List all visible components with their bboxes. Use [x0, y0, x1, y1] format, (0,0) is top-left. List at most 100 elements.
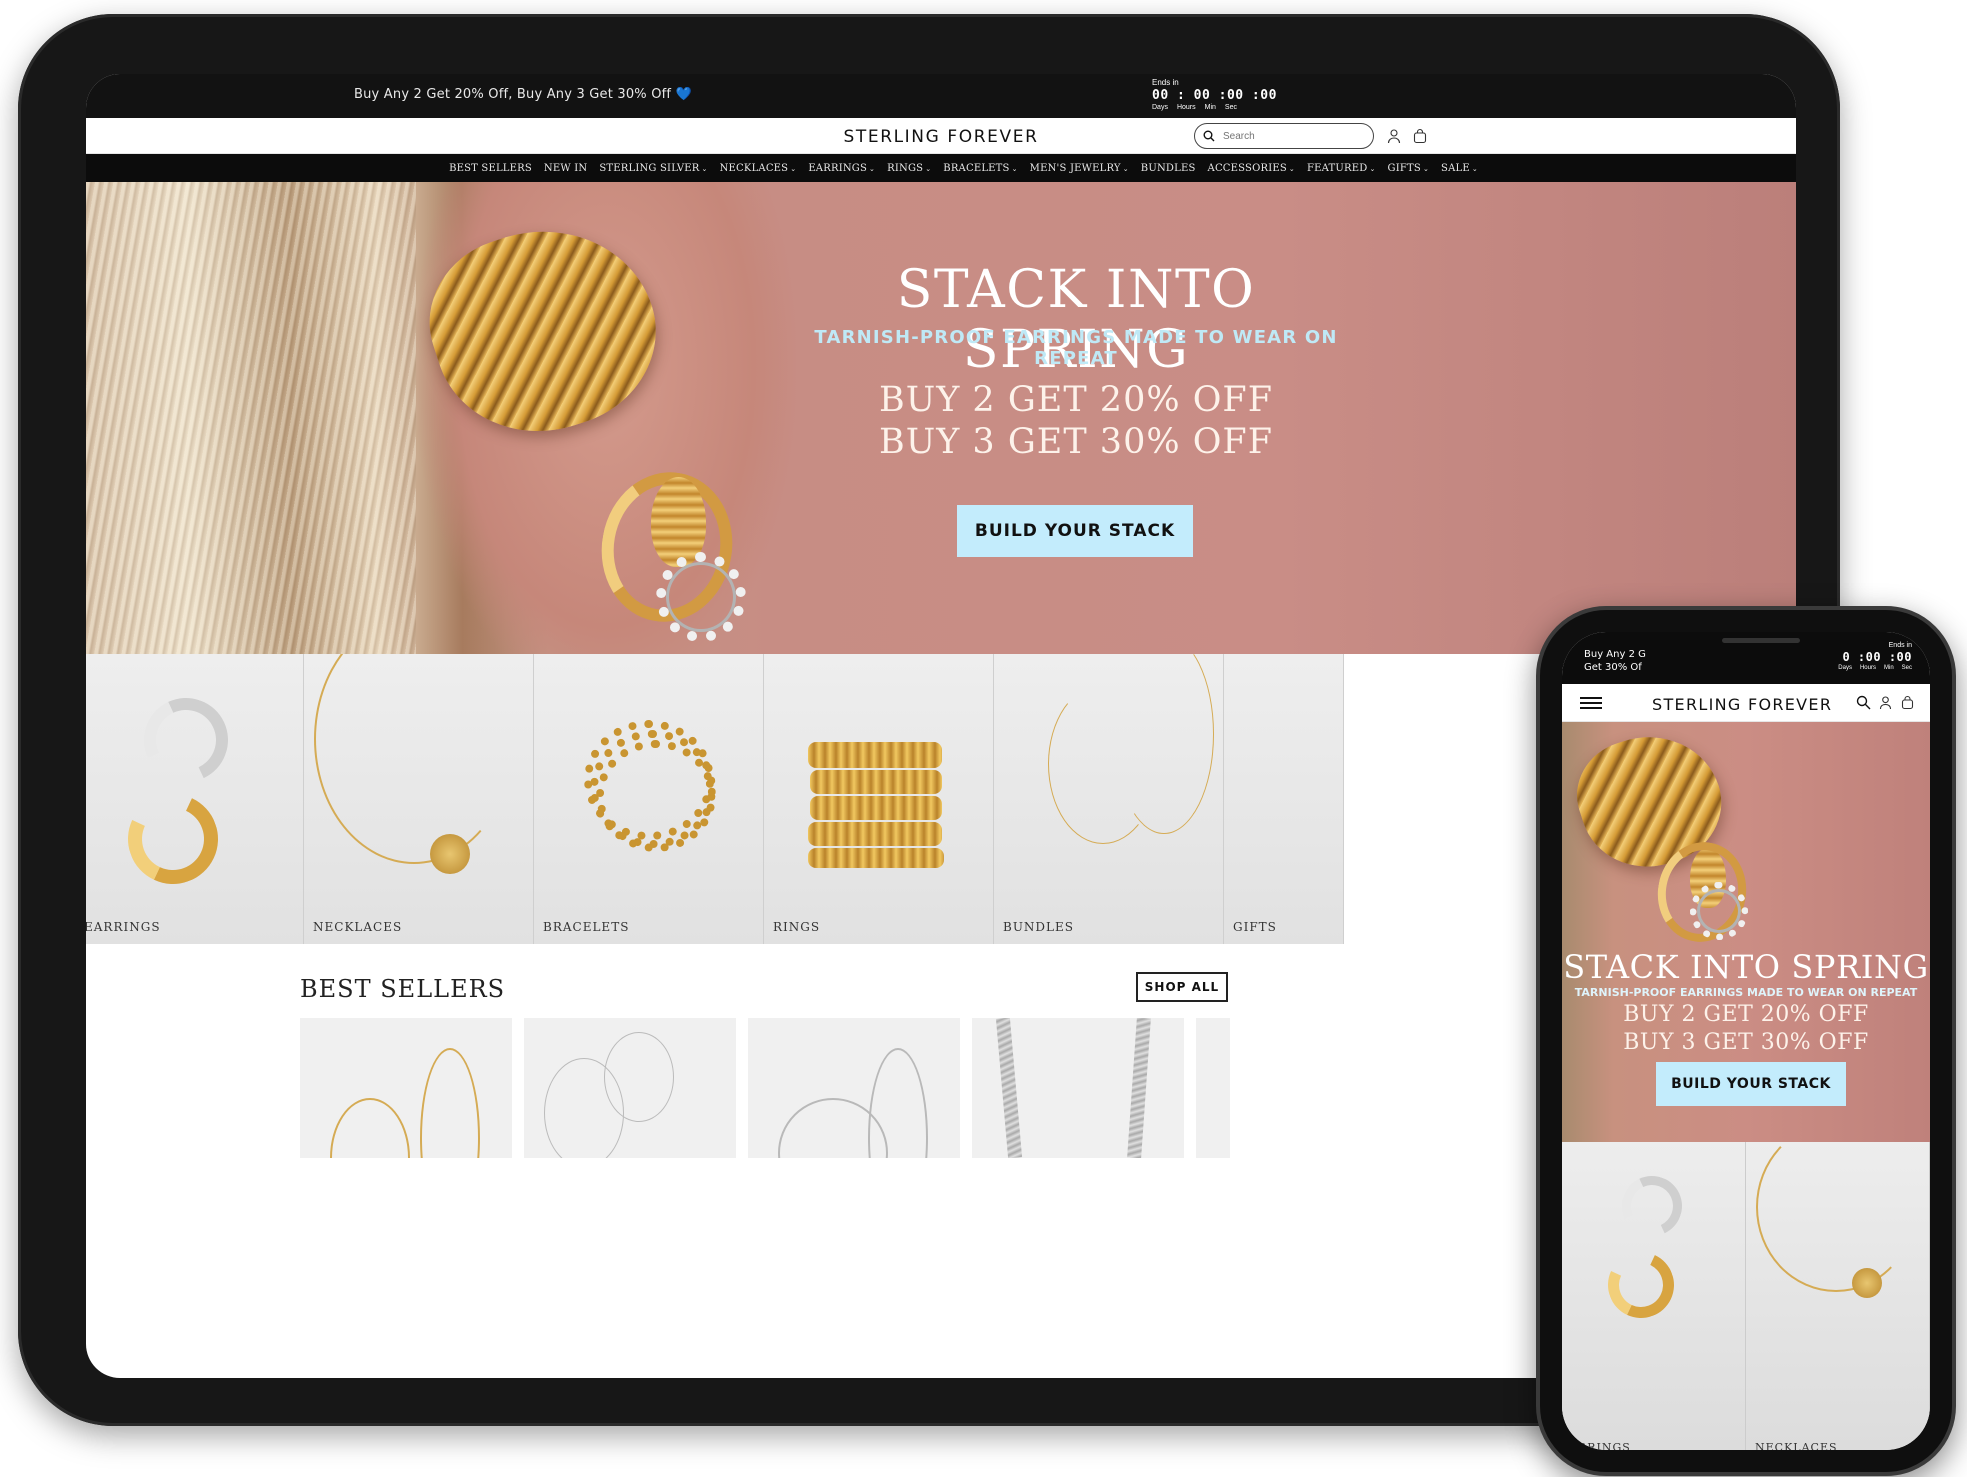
countdown-unit-hours: Hours	[1859, 665, 1876, 671]
search-box[interactable]	[1194, 123, 1374, 149]
nav-necklaces[interactable]: NECKLACES ⌄	[720, 163, 797, 174]
search-input[interactable]	[1223, 130, 1353, 142]
phone-build-your-stack-button[interactable]: BUILD YOUR STACK	[1656, 1062, 1846, 1106]
bag-icon[interactable]	[1900, 695, 1915, 710]
build-your-stack-button[interactable]: BUILD YOUR STACK	[957, 505, 1193, 557]
ring-band-image	[808, 742, 942, 768]
category-rings[interactable]: RINGS	[764, 654, 994, 944]
nav-label: ACCESSORIES	[1207, 162, 1287, 174]
necklace-chain-image	[1756, 1142, 1916, 1292]
product-image	[420, 1048, 480, 1158]
countdown-unit-days: Days	[1838, 665, 1852, 671]
best-sellers-heading: BEST SELLERS	[300, 975, 506, 1003]
nav-bundles[interactable]: BUNDLES	[1141, 163, 1196, 174]
nav-mens-jewelry[interactable]: MEN'S JEWELRY ⌄	[1030, 163, 1129, 174]
category-label: RINGS	[773, 920, 821, 934]
product-card[interactable]	[748, 1018, 960, 1158]
user-icon[interactable]	[1878, 695, 1893, 710]
phone-countdown-value: 0 :00 :00	[1842, 650, 1912, 664]
phone-device-frame: Buy Any 2 G Get 30% Of Ends in 0 :00 :00…	[1536, 606, 1956, 1476]
product-image	[995, 1018, 1023, 1158]
gold-hoop-image	[1598, 1242, 1684, 1328]
product-image	[330, 1098, 410, 1158]
phone-category-earrings[interactable]: EARRINGS	[1562, 1142, 1746, 1450]
category-bracelets[interactable]: BRACELETS	[534, 654, 764, 944]
chevron-down-icon: ⌄	[1011, 164, 1018, 173]
product-card[interactable]	[524, 1018, 736, 1158]
chevron-down-icon: ⌄	[1471, 164, 1478, 173]
phone-logo[interactable]: STERLING FOREVER	[1652, 695, 1832, 714]
ring-band-image	[808, 822, 942, 846]
nav-label: STERLING SILVER	[599, 162, 700, 174]
product-card[interactable]	[972, 1018, 1184, 1158]
countdown-unit-sec: Sec	[1224, 104, 1237, 111]
phone-header: STERLING FOREVER	[1562, 684, 1930, 722]
hero-hair-image	[86, 182, 416, 654]
hero-offer-line-1: BUY 2 GET 20% OFF	[878, 380, 1273, 420]
silver-hoop-image	[1613, 1167, 1691, 1245]
nav-label: NECKLACES	[719, 162, 789, 174]
countdown-units: Days Hours Min Sec	[1152, 104, 1277, 111]
nav-accessories[interactable]: ACCESSORIES ⌄	[1208, 163, 1295, 174]
twist-hoop-image	[656, 552, 746, 642]
shop-all-button[interactable]: SHOP ALL	[1136, 972, 1228, 1002]
phone-promo-text: Buy Any 2 G Get 30% Of	[1584, 649, 1646, 673]
twist-hoop-image	[1690, 882, 1748, 940]
user-icon[interactable]	[1386, 128, 1402, 144]
category-gifts[interactable]: GIFTS	[1224, 654, 1344, 944]
phone-category-necklaces[interactable]: NECKLACES	[1746, 1142, 1930, 1450]
product-card[interactable]	[300, 1018, 512, 1158]
product-image	[868, 1048, 928, 1158]
category-necklaces[interactable]: NECKLACES	[304, 654, 534, 944]
bundle-chain-image	[1114, 654, 1214, 834]
phone-category-label: NECKLACES	[1755, 1441, 1838, 1450]
category-bundles[interactable]: BUNDLES	[994, 654, 1224, 944]
chevron-down-icon: ⌄	[1422, 164, 1430, 173]
phone-countdown-timer: Ends in 0 :00 :00 Days Hours Min Sec	[1812, 642, 1912, 671]
chevron-down-icon: ⌄	[701, 164, 708, 173]
site-logo[interactable]: STERLING FOREVER	[86, 127, 1796, 147]
nav-earrings[interactable]: EARRINGS ⌄	[808, 163, 875, 174]
countdown-unit-sec: Sec	[1901, 665, 1912, 671]
phone-screen: Buy Any 2 G Get 30% Of Ends in 0 :00 :00…	[1562, 632, 1930, 1450]
bracelet-image	[596, 740, 716, 852]
hero-subtitle: TARNISH-PROOF EARRINGS MADE TO WEAR ON R…	[814, 327, 1338, 369]
product-image	[1127, 1018, 1151, 1158]
ring-band-image	[810, 796, 942, 820]
nav-label: RINGS	[887, 162, 924, 174]
nav-sterling-silver[interactable]: STERLING SILVER ⌄	[599, 163, 707, 174]
phone-countdown-units: Days Hours Min Sec	[1812, 665, 1912, 671]
countdown-label: Ends in	[1152, 78, 1179, 87]
phone-hero-banner: STACK INTO SPRING TARNISH-PROOF EARRINGS…	[1562, 722, 1930, 1142]
nav-label: SALE	[1441, 162, 1470, 174]
countdown-unit-min: Min	[1204, 104, 1216, 111]
gold-hoop-image	[115, 781, 231, 897]
nav-label: BRACELETS	[943, 162, 1010, 174]
countdown-unit-hours: Hours	[1176, 104, 1196, 111]
nav-gifts[interactable]: GIFTS ⌄	[1388, 163, 1429, 174]
chevron-down-icon: ⌄	[790, 164, 797, 173]
necklace-chain-image	[314, 654, 514, 864]
nav-sale[interactable]: SALE ⌄	[1441, 163, 1478, 174]
search-icon[interactable]	[1856, 695, 1871, 710]
ring-band-image	[808, 848, 944, 868]
hamburger-menu-icon[interactable]	[1580, 697, 1602, 709]
category-earrings[interactable]: EARRINGS	[86, 654, 304, 944]
chevron-down-icon: ⌄	[925, 164, 932, 173]
category-label: EARRINGS	[86, 920, 161, 934]
nav-best-sellers[interactable]: BEST SELLERS	[449, 163, 532, 174]
nav-new-in[interactable]: NEW IN	[544, 163, 587, 174]
nav-label: NEW IN	[543, 162, 588, 174]
chevron-down-icon: ⌄	[1369, 164, 1376, 173]
chevron-down-icon: ⌄	[1122, 164, 1129, 173]
product-card[interactable]	[1196, 1018, 1230, 1158]
nav-label: BEST SELLERS	[449, 162, 532, 174]
chevron-down-icon: ⌄	[1288, 164, 1295, 173]
ring-band-image	[810, 770, 942, 794]
countdown-unit-min: Min	[1883, 665, 1894, 671]
promo-bar: Buy Any 2 Get 20% Off, Buy Any 3 Get 30%…	[86, 74, 1796, 118]
nav-rings[interactable]: RINGS ⌄	[887, 163, 931, 174]
bag-icon[interactable]	[1412, 128, 1428, 144]
nav-featured[interactable]: FEATURED ⌄	[1307, 163, 1376, 174]
nav-bracelets[interactable]: BRACELETS ⌄	[943, 163, 1017, 174]
